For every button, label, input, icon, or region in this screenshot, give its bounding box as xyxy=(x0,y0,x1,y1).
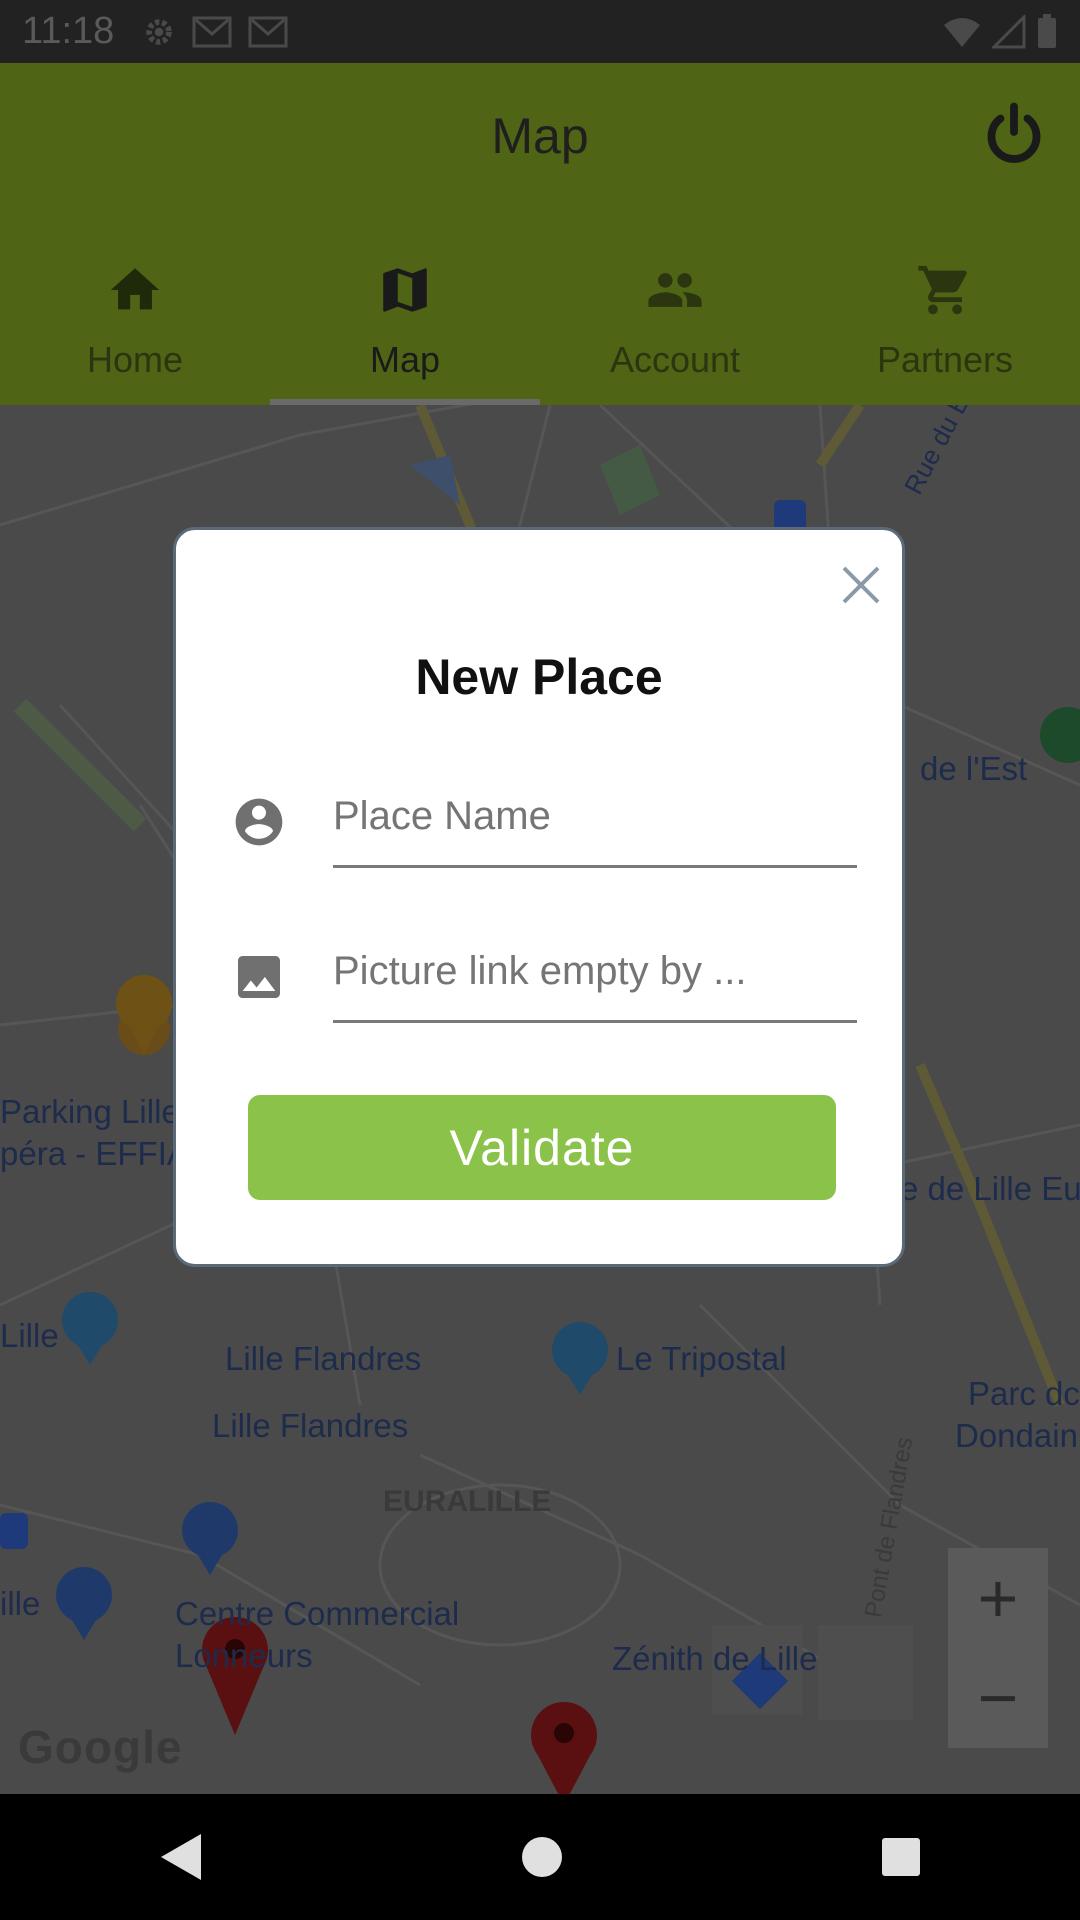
close-icon[interactable] xyxy=(836,560,886,610)
picture-link-input[interactable] xyxy=(333,923,857,1023)
map-label: Lille Flandres xyxy=(212,1407,409,1444)
account-circle-icon xyxy=(235,798,283,846)
people-icon xyxy=(648,273,702,307)
map-label: e de Lille Eu xyxy=(900,1170,1080,1207)
map-label: Dondain xyxy=(955,1417,1078,1454)
cell-signal-icon xyxy=(992,14,1026,48)
gmail-icon xyxy=(192,16,232,47)
map-label: Lille Flandres xyxy=(225,1340,422,1377)
zoom-out-button[interactable]: − xyxy=(948,1648,1048,1748)
tab-partners[interactable]: Partners xyxy=(810,239,1080,405)
power-icon[interactable] xyxy=(978,99,1050,171)
tab-bar: Home Map Account Partners xyxy=(0,239,1080,405)
tab-map[interactable]: Map xyxy=(270,239,540,405)
home-button-icon[interactable] xyxy=(520,1835,564,1879)
settings-icon xyxy=(146,18,173,45)
back-icon[interactable] xyxy=(159,1832,203,1882)
cart-icon xyxy=(918,265,967,315)
zoom-controls: + − xyxy=(948,1548,1048,1748)
home-icon xyxy=(110,268,160,310)
map-label: Zénith de Lille xyxy=(612,1640,818,1677)
zoom-in-button[interactable]: + xyxy=(948,1548,1048,1648)
map-label: Le Tripostal xyxy=(616,1340,787,1377)
map-label: de l'Est xyxy=(920,750,1028,787)
gmail-icon xyxy=(248,16,288,47)
app-header: Map Home Map Account Partners xyxy=(0,63,1080,405)
picture-link-field xyxy=(176,923,902,1033)
place-name-input[interactable] xyxy=(333,768,857,868)
map-label: Lonneurs xyxy=(175,1637,313,1674)
map-label: Parc dc xyxy=(968,1375,1080,1412)
wifi-icon xyxy=(944,17,980,47)
restaurant-marker-icon xyxy=(116,975,172,1055)
map-icon xyxy=(383,268,427,312)
tab-label: Home xyxy=(86,339,184,380)
tab-label: Partners xyxy=(876,339,1014,380)
page-title: Map xyxy=(491,108,589,164)
tab-label: Account xyxy=(609,339,741,380)
map-label: Parking Lille xyxy=(0,1093,180,1130)
tab-home[interactable]: Home xyxy=(0,239,270,405)
map-label: Centre Commercial xyxy=(175,1595,460,1632)
place-name-field xyxy=(176,768,902,878)
validate-button[interactable]: Validate xyxy=(248,1095,836,1200)
map-label: Lille xyxy=(0,1317,59,1354)
status-time: 11:18 xyxy=(22,10,115,52)
new-place-dialog: New Place Validate xyxy=(173,527,905,1267)
dialog-title: New Place xyxy=(415,649,663,705)
status-bar: 11:18 xyxy=(0,0,1080,63)
map-label: EURALILLE xyxy=(383,1485,552,1518)
battery-icon xyxy=(1038,13,1056,48)
map-label: péra - EFFIA xyxy=(0,1135,189,1172)
tab-account[interactable]: Account xyxy=(540,239,810,405)
system-nav-bar xyxy=(0,1794,1080,1920)
image-icon xyxy=(238,956,280,998)
tab-label: Map xyxy=(369,339,441,380)
map-label: ille xyxy=(0,1585,41,1622)
google-logo: Google xyxy=(18,1721,183,1773)
recents-icon[interactable] xyxy=(881,1837,921,1877)
